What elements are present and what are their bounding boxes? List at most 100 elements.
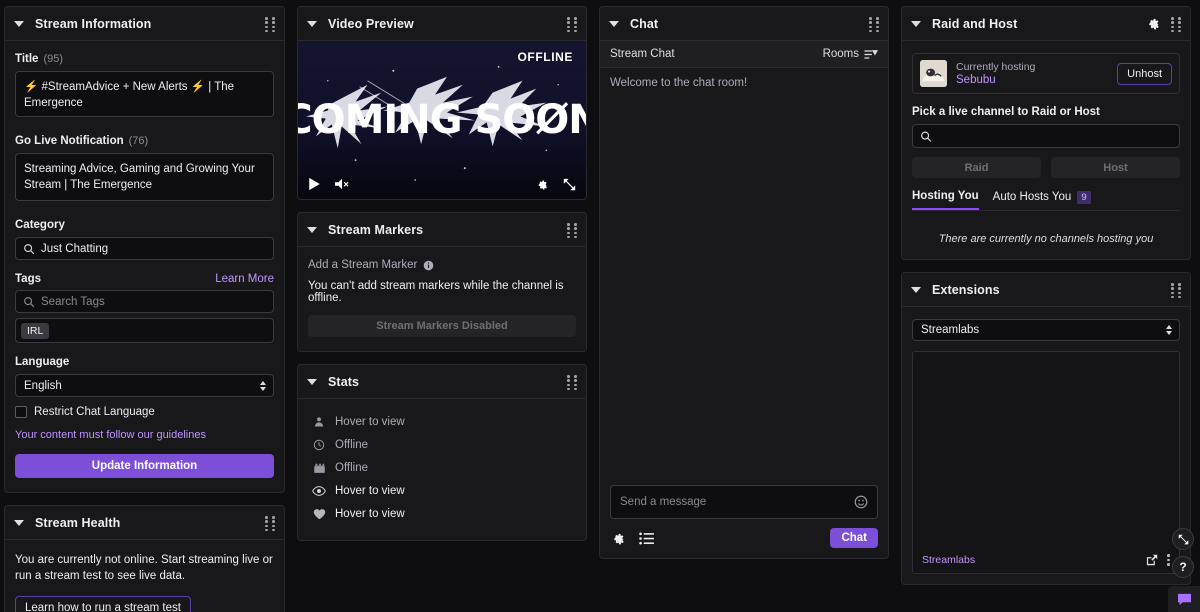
collapse-caret-icon[interactable] <box>307 226 317 233</box>
tab-auto-hosts-you[interactable]: Auto Hosts You 9 <box>993 190 1091 210</box>
more-options-icon[interactable] <box>1167 554 1170 566</box>
go-live-notification-input[interactable] <box>15 153 274 201</box>
title-char-counter: (95) <box>43 53 63 65</box>
collapse-caret-icon[interactable] <box>14 20 24 27</box>
extension-iframe[interactable]: Streamlabs <box>912 351 1180 574</box>
feedback-button[interactable] <box>1168 586 1200 612</box>
host-button[interactable]: Host <box>1051 157 1180 178</box>
raid-host-search-input[interactable] <box>938 130 1172 142</box>
collapse-caret-icon[interactable] <box>307 20 317 27</box>
chat-panel: Chat Stream Chat Rooms Welcome to the ch… <box>599 6 889 559</box>
rooms-filter-icon <box>864 49 878 59</box>
extension-name-label[interactable]: Streamlabs <box>922 554 975 566</box>
tags-field-label: Tags <box>15 273 41 285</box>
search-icon <box>24 296 35 307</box>
go-live-field-label: Go Live Notification (76) <box>15 135 274 147</box>
tags-label-text: Tags <box>15 273 41 285</box>
extension-select[interactable]: Streamlabs <box>912 319 1180 341</box>
chat-message-input[interactable] <box>620 496 854 508</box>
chat-messages-area[interactable]: Welcome to the chat room! <box>600 68 888 477</box>
chat-input-container[interactable] <box>610 485 878 519</box>
stat-row-stream-time[interactable]: Offline <box>312 459 576 477</box>
title-input[interactable] <box>15 71 274 117</box>
select-arrows-icon <box>1166 325 1172 335</box>
drag-handle-icon[interactable] <box>265 516 275 532</box>
collapse-caret-icon[interactable] <box>14 519 24 526</box>
stats-header[interactable]: Stats <box>298 365 586 399</box>
go-live-char-counter: (76) <box>128 135 149 147</box>
play-icon[interactable] <box>308 177 321 191</box>
drag-handle-icon[interactable] <box>265 17 275 33</box>
info-icon[interactable] <box>423 260 434 271</box>
stat-row-views[interactable]: Hover to view <box>312 482 576 500</box>
raid-host-search-field[interactable] <box>912 124 1180 148</box>
video-player[interactable]: OFFLINE COMING SOØN <box>298 41 586 199</box>
hosting-channel-name[interactable]: Sebubu <box>956 74 1035 86</box>
panel-title: Stream Health <box>35 515 121 530</box>
collapse-caret-icon[interactable] <box>911 20 921 27</box>
currently-hosting-card: Currently hosting Sebubu Unhost <box>912 53 1180 94</box>
stat-row-uptime[interactable]: Offline <box>312 436 576 454</box>
guidelines-link[interactable]: Your content must follow our guidelines <box>15 429 274 441</box>
collapse-caret-icon[interactable] <box>307 378 317 385</box>
stat-row-followers[interactable]: Hover to view <box>312 413 576 431</box>
gear-icon[interactable] <box>535 178 548 191</box>
tags-search-field[interactable] <box>15 290 274 313</box>
extensions-panel: Extensions Streamlabs Streamlabs <box>901 272 1191 585</box>
emote-icon[interactable] <box>854 495 868 509</box>
no-hosts-message: There are currently no channels hosting … <box>938 233 1154 245</box>
update-information-button[interactable]: Update Information <box>15 454 274 478</box>
language-select[interactable]: English <box>15 374 274 397</box>
stream-health-header[interactable]: Stream Health <box>5 506 284 540</box>
collapse-caret-icon[interactable] <box>609 20 619 27</box>
chat-tools-row: Chat <box>610 528 878 548</box>
expand-fab-button[interactable] <box>1172 528 1194 550</box>
raid-button[interactable]: Raid <box>912 157 1041 178</box>
stream-markers-panel: Stream Markers Add a Stream Marker You c… <box>297 212 587 352</box>
gear-icon[interactable] <box>610 531 625 546</box>
category-input[interactable] <box>41 242 273 255</box>
clock-icon <box>312 439 326 451</box>
stream-markers-disabled-button: Stream Markers Disabled <box>308 315 576 337</box>
expand-icon[interactable] <box>563 178 576 191</box>
stream-markers-header[interactable]: Stream Markers <box>298 213 586 247</box>
category-search-field[interactable] <box>15 237 274 260</box>
restrict-chat-language-row[interactable]: Restrict Chat Language <box>15 406 274 418</box>
restrict-chat-checkbox[interactable] <box>15 406 27 418</box>
dashboard-column-video: Video Preview OFFLINE COMING SOØN Stream… <box>297 6 587 541</box>
drag-handle-icon[interactable] <box>869 17 879 33</box>
stream-information-body: Title (95) Go Live Notification (76) Cat… <box>5 41 284 492</box>
search-icon <box>24 243 35 254</box>
tags-learn-more-link[interactable]: Learn More <box>215 273 274 285</box>
stream-health-message: You are currently not online. Start stre… <box>15 554 273 582</box>
drag-handle-icon[interactable] <box>1171 283 1181 299</box>
rooms-selector[interactable]: Rooms <box>823 48 878 60</box>
unhost-button[interactable]: Unhost <box>1117 62 1172 85</box>
gear-icon[interactable] <box>1145 16 1160 31</box>
video-preview-header[interactable]: Video Preview <box>298 7 586 41</box>
send-chat-button[interactable]: Chat <box>830 528 878 548</box>
drag-handle-icon[interactable] <box>567 223 577 239</box>
collapse-caret-icon[interactable] <box>911 286 921 293</box>
drag-handle-icon[interactable] <box>567 375 577 391</box>
user-list-icon[interactable] <box>639 532 654 545</box>
volume-muted-icon[interactable] <box>334 177 350 191</box>
stat-value: Hover to view <box>335 485 405 497</box>
stream-information-header[interactable]: Stream Information <box>5 7 284 41</box>
tags-input[interactable] <box>41 295 273 308</box>
help-fab-button[interactable]: ? <box>1172 556 1194 578</box>
tab-hosting-you[interactable]: Hosting You <box>912 190 979 210</box>
learn-stream-test-button[interactable]: Learn how to run a stream test <box>15 596 191 612</box>
raid-and-host-header[interactable]: Raid and Host <box>902 7 1190 41</box>
chat-header[interactable]: Chat <box>600 7 888 41</box>
extensions-header[interactable]: Extensions <box>902 273 1190 307</box>
tag-chip[interactable]: IRL <box>21 322 50 339</box>
drag-handle-icon[interactable] <box>1171 17 1181 33</box>
eye-icon <box>312 485 326 497</box>
drag-handle-icon[interactable] <box>567 17 577 33</box>
open-external-icon[interactable] <box>1146 554 1158 566</box>
video-controls-left <box>308 177 350 191</box>
stat-row-subs[interactable]: Hover to view <box>312 505 576 523</box>
